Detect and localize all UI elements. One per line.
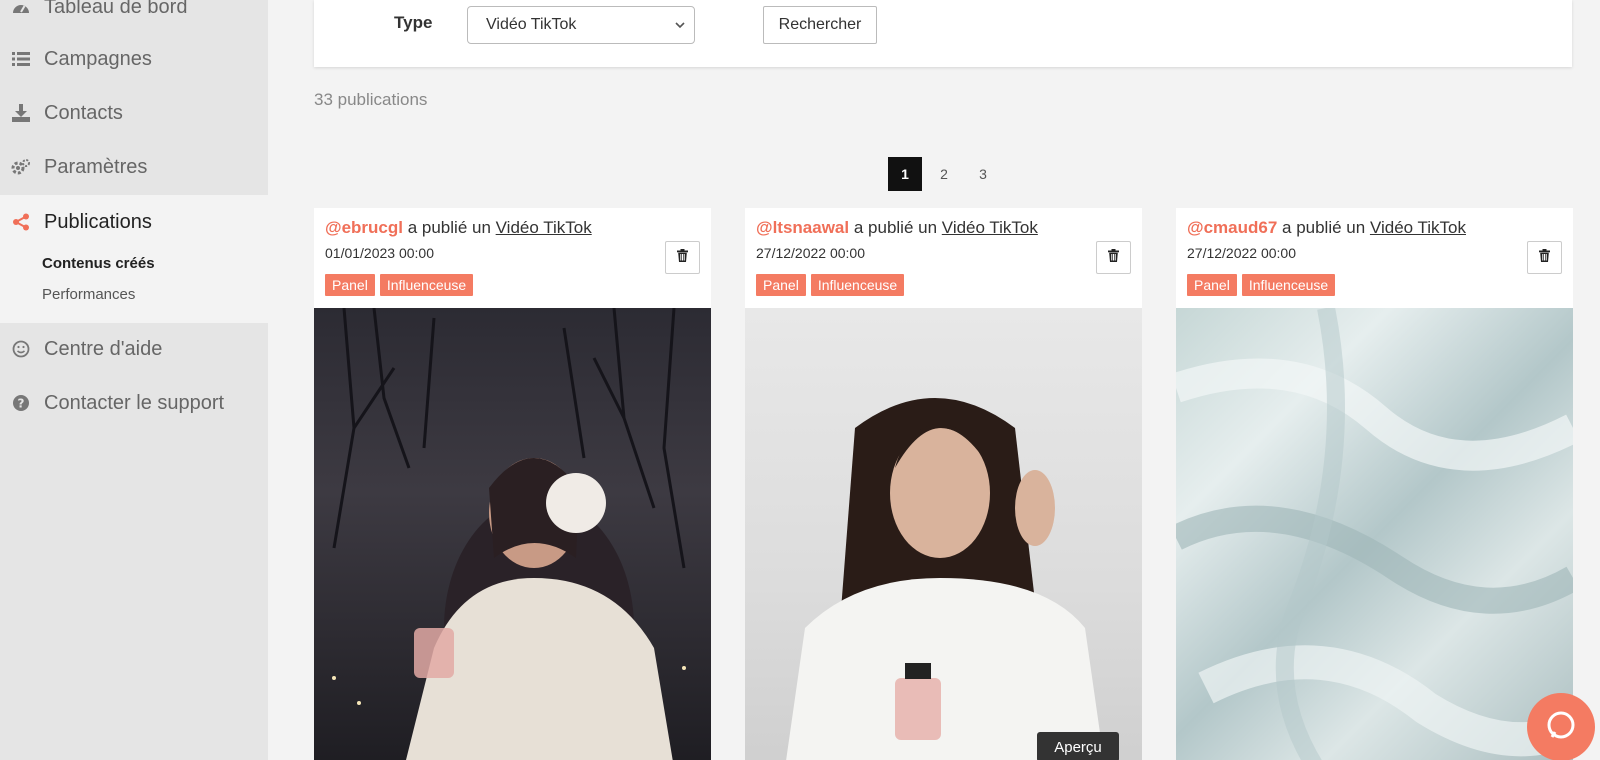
type-label: Type bbox=[394, 13, 433, 32]
publication-thumbnail[interactable] bbox=[1176, 308, 1573, 760]
publication-date: 27/12/2022 00:00 bbox=[1187, 245, 1296, 261]
publication-card: @cmaud67 a publié un Vidéo TikTok 27/12/… bbox=[1176, 208, 1573, 760]
publication-headline: @cmaud67 a publié un Vidéo TikTok bbox=[1187, 218, 1466, 238]
search-button[interactable]: Rechercher bbox=[763, 6, 877, 44]
publication-date: 27/12/2022 00:00 bbox=[756, 245, 865, 261]
dashboard-icon bbox=[10, 0, 32, 18]
tag-badge: Panel bbox=[325, 274, 375, 296]
download-icon bbox=[10, 102, 32, 124]
sidebar-item-dashboard[interactable]: Tableau de bord bbox=[0, 0, 268, 34]
gears-icon bbox=[10, 156, 32, 178]
author-handle-link[interactable]: @cmaud67 bbox=[1187, 218, 1277, 237]
sidebar-item-contacter-support[interactable]: ? Contacter le support bbox=[0, 376, 268, 430]
tag-badge: Influenceuse bbox=[379, 274, 474, 296]
publication-headline: @ebrucgl a publié un Vidéo TikTok bbox=[325, 218, 592, 238]
share-icon bbox=[10, 211, 32, 233]
publication-card: @ebrucgl a publié un Vidéo TikTok 01/01/… bbox=[314, 208, 711, 760]
sidebar-item-label: Centre d'aide bbox=[44, 337, 163, 360]
content-type-link[interactable]: Vidéo TikTok bbox=[942, 218, 1038, 237]
page-2[interactable]: 2 bbox=[927, 157, 961, 191]
publication-card: @ltsnaawal a publié un Vidéo TikTok 27/1… bbox=[745, 208, 1142, 760]
question-circle-icon: ? bbox=[10, 392, 32, 414]
sidebar-item-campagnes[interactable]: Campagnes bbox=[0, 32, 268, 86]
author-handle-link[interactable]: @ebrucgl bbox=[325, 218, 403, 237]
sidebar-item-publications[interactable]: Publications bbox=[0, 195, 268, 249]
publication-headline: @ltsnaawal a publié un Vidéo TikTok bbox=[756, 218, 1038, 238]
delete-button[interactable] bbox=[1527, 241, 1562, 274]
publication-thumbnail[interactable] bbox=[314, 308, 711, 760]
sidebar-item-label: Contacter le support bbox=[44, 391, 225, 414]
sidebar-item-contacts[interactable]: Contacts bbox=[0, 86, 268, 140]
sidebar: Tableau de bord Campagnes Contacts Param… bbox=[0, 0, 268, 760]
sidebar-item-label: Publications bbox=[44, 210, 152, 233]
list-icon bbox=[10, 48, 32, 70]
delete-button[interactable] bbox=[1096, 241, 1131, 274]
tag-badge: Influenceuse bbox=[810, 274, 905, 296]
page-1[interactable]: 1 bbox=[888, 157, 922, 191]
sidebar-item-centre-aide[interactable]: Centre d'aide bbox=[0, 322, 268, 376]
type-select[interactable]: Vidéo TikTok bbox=[467, 6, 695, 44]
trash-icon bbox=[1539, 248, 1550, 267]
delete-button[interactable] bbox=[665, 241, 700, 274]
sidebar-item-label: Tableau de bord bbox=[44, 0, 188, 18]
filter-panel: Type Vidéo TikTok Rechercher bbox=[314, 0, 1572, 67]
tag-badge: Influenceuse bbox=[1241, 274, 1336, 296]
author-handle-link[interactable]: @ltsnaawal bbox=[756, 218, 849, 237]
action-text: a publié un bbox=[1282, 218, 1366, 237]
trash-icon bbox=[1108, 248, 1119, 267]
svg-text:?: ? bbox=[18, 397, 25, 411]
trash-icon bbox=[677, 248, 688, 267]
tag-badge: Panel bbox=[756, 274, 806, 296]
tag-list: Panel Influenceuse bbox=[325, 274, 478, 296]
sidebar-item-parametres[interactable]: Paramètres bbox=[0, 140, 268, 194]
chevron-down-icon bbox=[674, 18, 686, 32]
page-3[interactable]: 3 bbox=[966, 157, 1000, 191]
pagination: 1 2 3 bbox=[888, 157, 1005, 191]
publication-date: 01/01/2023 00:00 bbox=[325, 245, 434, 261]
tag-list: Panel Influenceuse bbox=[1187, 274, 1340, 296]
sidebar-section-publications: Publications Contenus créés Performances bbox=[0, 195, 268, 323]
results-count: 33 publications bbox=[314, 90, 428, 109]
sidebar-subitem-contenus-crees[interactable]: Contenus créés bbox=[42, 255, 155, 272]
sidebar-item-label: Contacts bbox=[44, 101, 123, 124]
content-type-link[interactable]: Vidéo TikTok bbox=[496, 218, 592, 237]
help-chat-button[interactable] bbox=[1527, 693, 1595, 760]
chat-bubble-icon bbox=[1544, 708, 1578, 747]
type-select-value: Vidéo TikTok bbox=[486, 16, 577, 33]
sidebar-item-label: Paramètres bbox=[44, 155, 148, 178]
tag-list: Panel Influenceuse bbox=[756, 274, 909, 296]
sidebar-subitem-performances[interactable]: Performances bbox=[42, 286, 135, 303]
preview-tooltip: Aperçu bbox=[1037, 732, 1119, 760]
action-text: a publié un bbox=[853, 218, 938, 237]
content-type-link[interactable]: Vidéo TikTok bbox=[1370, 218, 1466, 237]
smile-icon bbox=[10, 338, 32, 360]
publication-thumbnail[interactable] bbox=[745, 308, 1142, 760]
tag-badge: Panel bbox=[1187, 274, 1237, 296]
action-text: a publié un bbox=[407, 218, 491, 237]
sidebar-item-label: Campagnes bbox=[44, 47, 152, 70]
